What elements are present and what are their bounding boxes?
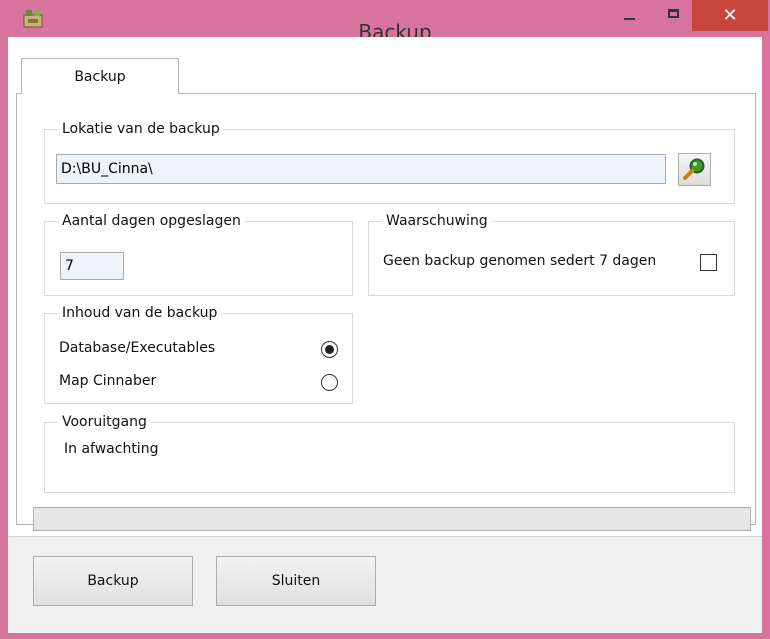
warning-label: Geen backup genomen sedert 7 dagen [383,253,657,269]
button-bar: Backup Sluiten [8,536,762,633]
option-label-map-cinnaber: Map Cinnaber [59,373,157,389]
close-button[interactable]: ✕ [692,0,768,31]
backup-window: Backup ✕ Backup Lokatie van de backup Aa… [0,0,770,639]
warning-group: Waarschuwing Geen backup genomen sedert … [368,212,735,296]
progress-status: In afwachting [64,441,159,457]
minimize-icon [623,18,635,20]
tab-backup[interactable]: Backup [21,58,179,94]
warning-checkbox[interactable] [700,254,717,271]
magnifier-icon [683,158,705,180]
progress-bar [33,507,751,531]
warning-legend: Waarschuwing [382,212,492,230]
close-dialog-button[interactable]: Sluiten [216,556,376,606]
location-group: Lokatie van de backup [44,120,735,204]
location-legend: Lokatie van de backup [58,120,224,138]
title-bar[interactable]: Backup ✕ [0,0,770,44]
close-icon: ✕ [722,5,738,26]
backup-button[interactable]: Backup [33,556,193,606]
days-legend: Aantal dagen opgeslagen [58,212,245,230]
maximize-button[interactable] [654,0,692,30]
backup-path-input[interactable] [56,154,666,184]
client-area: Backup Lokatie van de backup Aantal dage… [8,37,762,633]
maximize-icon [667,8,679,18]
content-legend: Inhoud van de backup [58,304,222,322]
option-label-database: Database/Executables [59,340,216,356]
minimize-button[interactable] [610,0,648,30]
tab-panel-backup: Lokatie van de backup Aantal dagen opges… [16,93,756,525]
progress-group: Vooruitgang In afwachting [44,413,735,493]
days-group: Aantal dagen opgeslagen [44,212,353,296]
browse-button[interactable] [678,153,711,186]
progress-legend: Vooruitgang [58,413,151,431]
days-input[interactable] [60,252,124,280]
radio-map-cinnaber[interactable] [321,374,338,391]
radio-database-executables[interactable] [321,341,338,358]
content-group: Inhoud van de backup Database/Executable… [44,304,353,404]
